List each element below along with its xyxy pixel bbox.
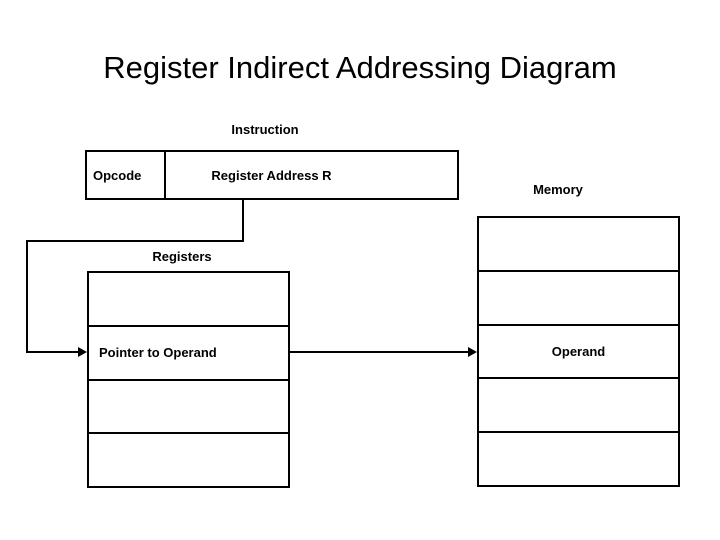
instruction-field-opcode: Opcode bbox=[87, 152, 166, 198]
registers-row bbox=[89, 381, 288, 435]
connector-instruction-to-registers-segment-vertical bbox=[26, 240, 28, 353]
instruction-box: Opcode Register Address R bbox=[85, 150, 459, 200]
registers-row-pointer-to-operand: Pointer to Operand bbox=[89, 327, 288, 381]
registers-caption: Registers bbox=[152, 249, 212, 264]
registers-row bbox=[89, 434, 288, 486]
memory-row bbox=[479, 379, 678, 434]
page-title: Register Indirect Addressing Diagram bbox=[103, 50, 617, 85]
instruction-field-register-address: Register Address R bbox=[211, 167, 332, 183]
instruction-caption: Instruction bbox=[231, 122, 299, 137]
memory-row bbox=[479, 433, 678, 485]
diagram-canvas: Register Indirect Addressing Diagram Ins… bbox=[0, 0, 720, 540]
memory-table: Operand bbox=[477, 216, 680, 487]
memory-row bbox=[479, 272, 678, 326]
arrowhead-to-registers-icon bbox=[78, 347, 87, 357]
memory-caption: Memory bbox=[533, 182, 583, 197]
connector-instruction-to-registers-segment-left bbox=[26, 240, 244, 242]
memory-row bbox=[479, 218, 678, 272]
connector-instruction-to-registers-segment-down bbox=[242, 200, 244, 242]
registers-row bbox=[89, 273, 288, 327]
connector-registers-to-memory bbox=[290, 351, 471, 353]
memory-row-operand: Operand bbox=[479, 326, 678, 380]
registers-table: Pointer to Operand bbox=[87, 271, 290, 488]
arrowhead-to-memory-icon bbox=[468, 347, 477, 357]
connector-instruction-to-registers-segment-in bbox=[26, 351, 81, 353]
